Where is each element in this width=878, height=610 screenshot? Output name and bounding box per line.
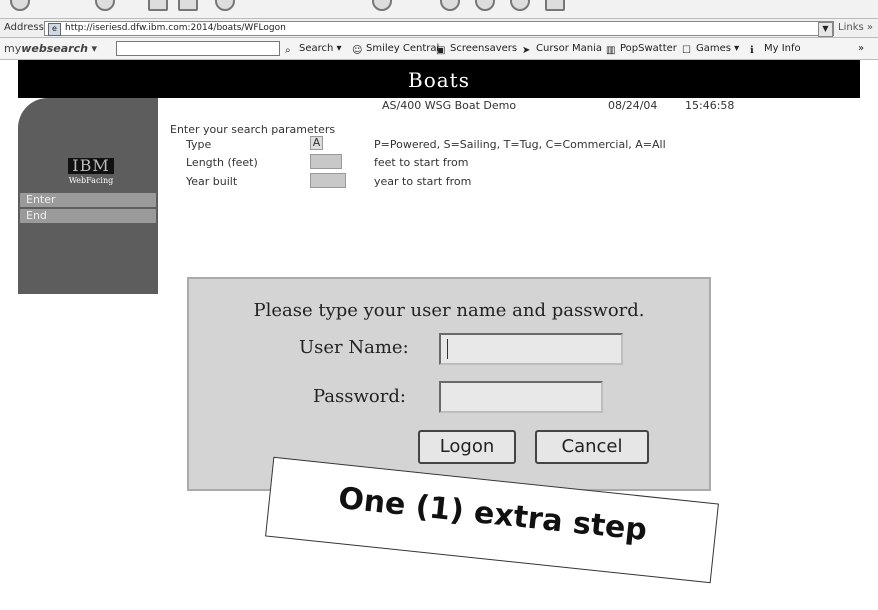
page-title: Boats xyxy=(408,68,470,92)
mail-icon[interactable] xyxy=(475,0,495,11)
games-button[interactable]: ☐ Games ▾ xyxy=(682,43,739,56)
smiley-icon: ☺ xyxy=(352,45,363,56)
search-icon: ⌕ xyxy=(285,45,291,56)
length-label: Length (feet) xyxy=(186,156,258,169)
links-label: Links xyxy=(838,22,864,33)
smiley-central-button[interactable]: ☺ Smiley Central xyxy=(352,43,439,56)
address-input[interactable]: e http://iseriesd.dfw.ibm.com:2014/boats… xyxy=(44,21,834,36)
cursor-mania-button[interactable]: ➤ Cursor Mania xyxy=(522,43,602,56)
logon-prompt: Please type your user name and password. xyxy=(253,300,645,321)
type-input[interactable]: A xyxy=(310,136,323,150)
type-label: Type xyxy=(186,138,212,151)
my-info-button[interactable]: ℹ My Info xyxy=(750,43,801,56)
logon-button[interactable]: Logon xyxy=(418,430,516,464)
history-icon[interactable] xyxy=(440,0,460,11)
edit-icon[interactable] xyxy=(545,0,565,11)
username-label: User Name: xyxy=(299,337,409,358)
popswatter-icon: ▥ xyxy=(606,45,616,56)
games-label: Games xyxy=(696,43,731,54)
media-icon[interactable] xyxy=(372,0,392,11)
screensavers-label: Screensavers xyxy=(450,43,518,54)
screensavers-icon: ▣ xyxy=(436,45,446,56)
refresh-icon[interactable] xyxy=(178,0,198,11)
logon-dialog: Please type your user name and password.… xyxy=(187,277,711,491)
password-input[interactable] xyxy=(439,381,603,413)
links-button[interactable]: Links » xyxy=(838,22,873,33)
forward-icon[interactable] xyxy=(95,0,115,11)
address-dropdown-icon[interactable]: ▼ xyxy=(818,22,833,37)
length-input[interactable] xyxy=(310,154,342,169)
cancel-button[interactable]: Cancel xyxy=(535,430,649,464)
address-url: http://iseriesd.dfw.ibm.com:2014/boats/W… xyxy=(65,23,286,33)
date-display: 08/24/04 xyxy=(608,99,658,112)
app-subtitle: AS/400 WSG Boat Demo xyxy=(382,99,517,112)
password-label: Password: xyxy=(313,386,406,407)
info-icon: ℹ xyxy=(750,45,754,56)
app-title-bar: Boats xyxy=(18,60,860,98)
year-label: Year built xyxy=(186,175,238,188)
mywebsearch-input[interactable] xyxy=(116,41,280,56)
sidebar: IBM WebFacing Enter End xyxy=(18,98,158,294)
cursor-icon: ➤ xyxy=(522,45,531,56)
toolbar-overflow-icon[interactable]: » xyxy=(858,43,864,54)
ibm-webfacing-logo: IBM WebFacing xyxy=(68,158,114,186)
stop-icon[interactable] xyxy=(148,0,168,11)
page-icon: e xyxy=(48,23,61,36)
type-hint: P=Powered, S=Sailing, T=Tug, C=Commercia… xyxy=(374,138,666,151)
year-hint: year to start from xyxy=(374,175,472,188)
logo-ibm: IBM xyxy=(68,158,114,174)
search-button[interactable]: ⌕ Search ▾ xyxy=(285,43,342,56)
text-caret xyxy=(447,339,448,359)
mywebsearch-toolbar: mywebsearch ▾ ⌕ Search ▾ ☺ Smiley Central … xyxy=(0,38,878,60)
search-label: Search xyxy=(299,43,334,54)
mywebsearch-logo[interactable]: mywebsearch ▾ xyxy=(4,42,97,55)
address-label: Address xyxy=(4,22,44,33)
form-heading: Enter your search parameters xyxy=(170,123,336,136)
nav-enter-button[interactable]: Enter xyxy=(20,193,156,207)
screensavers-button[interactable]: ▣ Screensavers xyxy=(436,43,517,56)
popswatter-button[interactable]: ▥ PopSwatter xyxy=(606,43,677,56)
app-body: IBM WebFacing Enter End AS/400 WSG Boat … xyxy=(18,98,860,294)
length-hint: feet to start from xyxy=(374,156,469,169)
username-input[interactable] xyxy=(439,333,623,365)
brand-web: websearch xyxy=(21,42,88,55)
print-icon[interactable] xyxy=(510,0,530,11)
my-info-label: My Info xyxy=(764,43,801,54)
back-icon[interactable] xyxy=(10,0,30,11)
address-bar: Address e http://iseriesd.dfw.ibm.com:20… xyxy=(0,18,878,38)
brand-my: my xyxy=(4,42,22,55)
home-icon[interactable] xyxy=(215,0,235,11)
nav-end-button[interactable]: End xyxy=(20,209,156,223)
games-icon: ☐ xyxy=(682,45,691,56)
time-display: 15:46:58 xyxy=(685,99,735,112)
logo-webfacing: WebFacing xyxy=(68,176,114,185)
year-input[interactable] xyxy=(310,173,346,188)
popswatter-label: PopSwatter xyxy=(620,43,677,54)
search-form: AS/400 WSG Boat Demo 08/24/04 15:46:58 E… xyxy=(168,98,858,294)
smiley-label: Smiley Central xyxy=(366,43,440,54)
cursor-label: Cursor Mania xyxy=(536,43,603,54)
browser-top-toolbar xyxy=(0,0,878,18)
